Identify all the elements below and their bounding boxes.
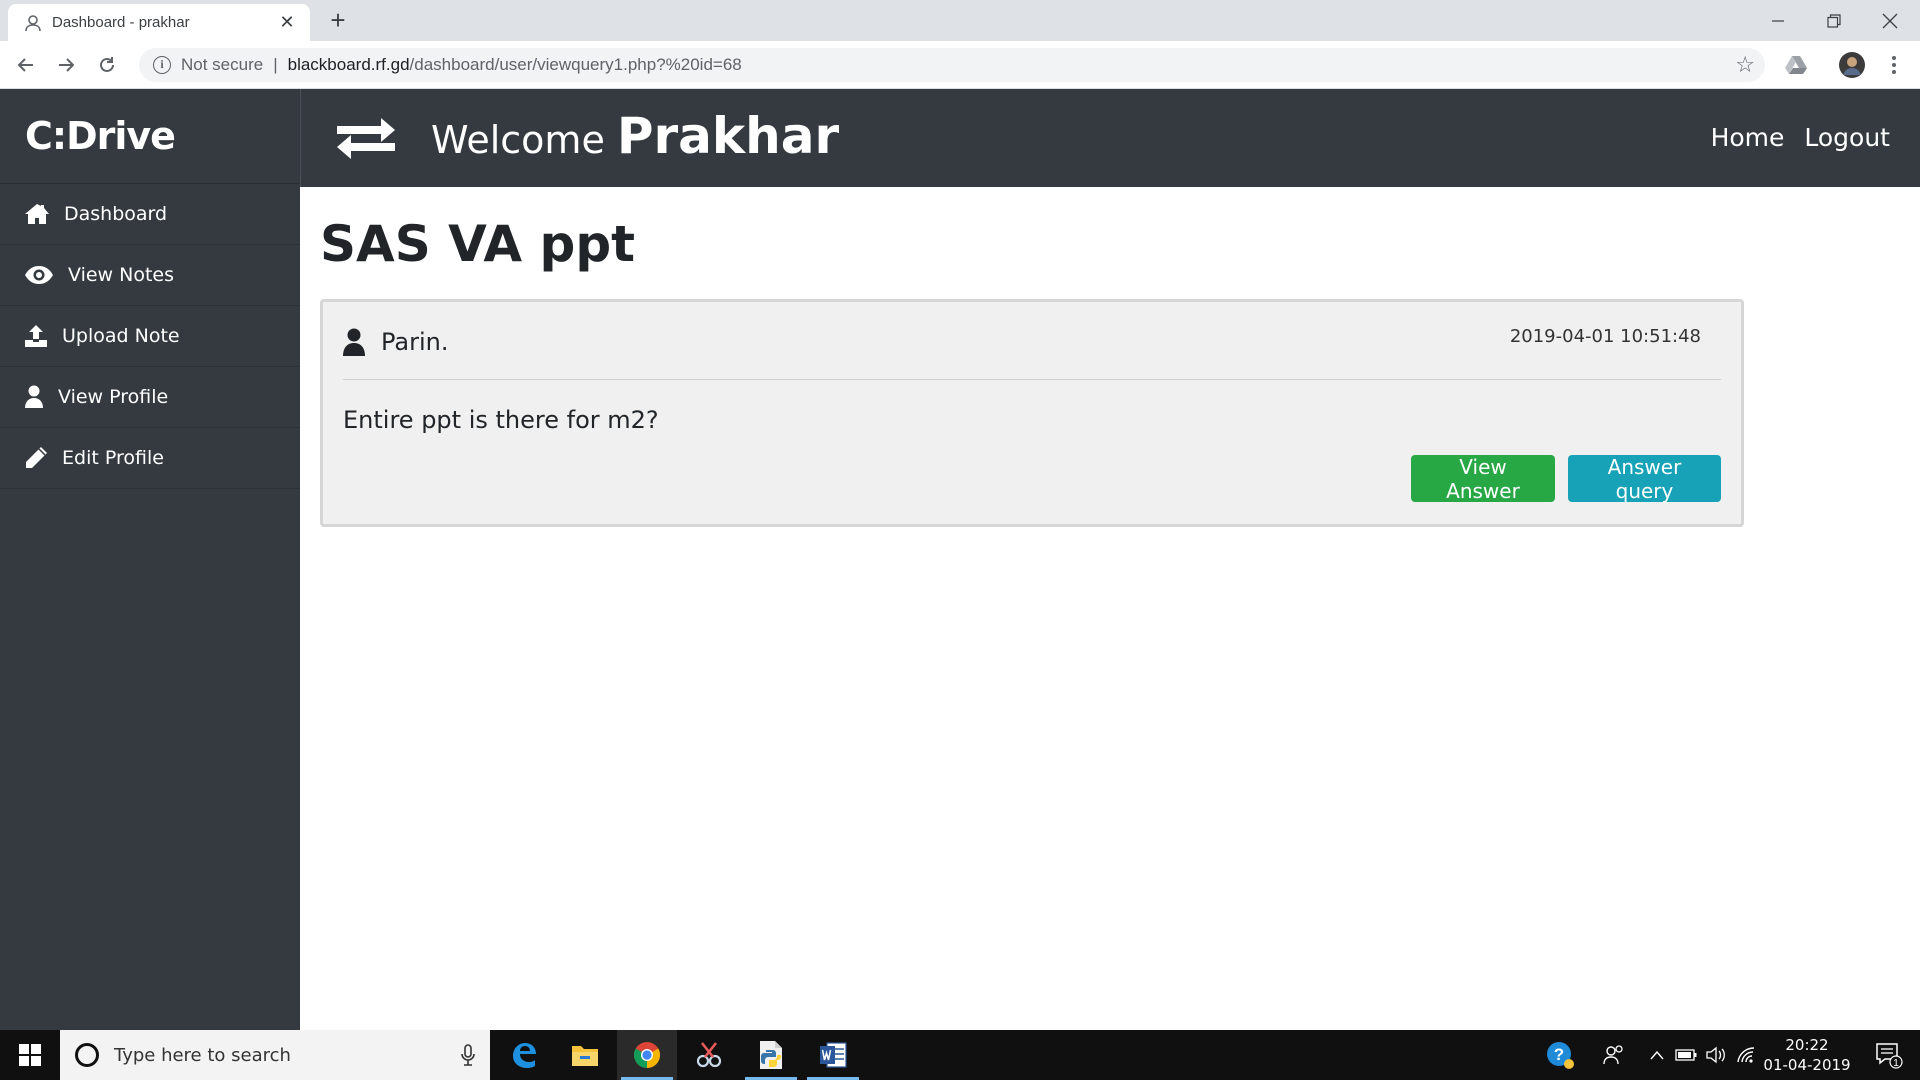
welcome-label: Welcome	[431, 118, 605, 162]
query-card-header: Parin. 2019-04-01 10:51:48	[343, 302, 1721, 380]
window-close-icon[interactable]	[1862, 0, 1918, 41]
query-actions: View Answer Answer query	[1411, 455, 1721, 503]
file-explorer-icon[interactable]	[555, 1030, 615, 1080]
taskbar-search-box[interactable]: Type here to search	[60, 1030, 490, 1080]
windows-logo-icon	[19, 1044, 41, 1066]
sidebar-item-label: Upload Note	[62, 325, 180, 347]
reload-icon[interactable]	[91, 49, 123, 81]
home-icon	[25, 204, 49, 224]
address-host: blackboard.rf.gd	[287, 55, 410, 74]
query-card: Parin. 2019-04-01 10:51:48 Entire ppt is…	[320, 299, 1744, 527]
snipping-tool-icon[interactable]	[679, 1030, 739, 1080]
svg-text:?: ?	[1554, 1045, 1564, 1064]
profile-avatar[interactable]	[1838, 51, 1866, 79]
sidebar-item-upload-note[interactable]: Upload Note	[0, 306, 300, 367]
page-title: SAS VA ppt	[320, 215, 636, 273]
sidebar-item-label: Dashboard	[64, 203, 168, 225]
sidebar-item-label: View Notes	[68, 264, 175, 286]
answer-query-button[interactable]: Answer query	[1568, 455, 1721, 503]
microphone-icon[interactable]	[460, 1044, 476, 1066]
pencil-icon	[26, 447, 47, 468]
welcome-heading: Welcome Prakhar	[431, 107, 839, 165]
brand-logo[interactable]: C:Drive	[0, 89, 300, 184]
tab-favicon-user-icon	[25, 14, 41, 31]
address-bar[interactable]: i Not secure | blackboard.rf.gd/dashboar…	[139, 48, 1765, 82]
forward-icon[interactable]	[50, 49, 82, 81]
drive-extension-icon[interactable]	[1782, 51, 1810, 79]
query-author: Parin.	[343, 328, 448, 356]
browser-tab-strip: Dashboard - prakhar ✕ +	[0, 0, 1920, 41]
top-navbar: Welcome Prakhar Home Logout	[300, 89, 1920, 187]
clock-date: 01-04-2019	[1763, 1056, 1851, 1074]
sidebar-item-view-profile[interactable]: View Profile	[0, 367, 300, 428]
query-timestamp: 2019-04-01 10:51:48	[1509, 326, 1701, 347]
chrome-app-icon[interactable]	[617, 1030, 677, 1080]
battery-icon[interactable]	[1672, 1030, 1700, 1080]
action-center-icon[interactable]: 1	[1864, 1030, 1914, 1080]
user-icon	[25, 385, 43, 408]
address-path: /dashboard/user/viewquery1.php?%20id=68	[409, 55, 742, 74]
main-content: SAS VA ppt Parin. 2019-04-01 10:51:48 En…	[300, 187, 1920, 1030]
people-tray-icon[interactable]	[1596, 1030, 1632, 1080]
wifi-icon[interactable]	[1732, 1030, 1760, 1080]
help-tray-icon[interactable]: ?	[1540, 1030, 1580, 1080]
eye-icon	[25, 266, 53, 284]
sidebar-item-label: Edit Profile	[62, 447, 164, 469]
sidebar-item-edit-profile[interactable]: Edit Profile	[0, 428, 300, 489]
sidebar: C:Drive Dashboard View Notes Upload Note…	[0, 89, 300, 1030]
tab-title: Dashboard - prakhar	[52, 14, 190, 31]
security-label: Not secure	[181, 55, 264, 74]
bookmark-star-icon[interactable]: ☆	[1735, 52, 1755, 78]
topnav-links: Home Logout	[1711, 123, 1890, 152]
home-link[interactable]: Home	[1711, 123, 1785, 152]
windows-taskbar: Type here to search ? 20:22 01-04-2019 1	[0, 1030, 1920, 1080]
sidebar-item-view-notes[interactable]: View Notes	[0, 245, 300, 306]
site-info-icon[interactable]: i	[153, 56, 171, 74]
query-author-name: Parin.	[381, 328, 449, 356]
upload-icon	[25, 325, 47, 347]
minimize-icon[interactable]	[1750, 0, 1806, 41]
start-button[interactable]	[0, 1030, 60, 1080]
new-tab-button[interactable]: +	[322, 6, 354, 36]
browser-menu-icon[interactable]	[1880, 51, 1908, 79]
taskbar-clock[interactable]: 20:22 01-04-2019	[1762, 1035, 1852, 1075]
welcome-user-name: Prakhar	[616, 107, 840, 165]
notification-count-badge: 1	[1893, 1058, 1899, 1069]
view-answer-button[interactable]: View Answer	[1411, 455, 1555, 503]
chevron-up-icon[interactable]	[1644, 1030, 1670, 1080]
edge-app-icon[interactable]	[494, 1030, 554, 1080]
sidebar-toggle-icon[interactable]	[335, 117, 397, 161]
logout-link[interactable]: Logout	[1804, 123, 1890, 152]
tab-close-icon[interactable]: ✕	[276, 12, 298, 33]
volume-icon[interactable]	[1702, 1030, 1730, 1080]
user-icon	[343, 328, 365, 356]
query-text: Entire ppt is there for m2?	[343, 406, 659, 434]
sidebar-item-dashboard[interactable]: Dashboard	[0, 184, 300, 245]
browser-toolbar: i Not secure | blackboard.rf.gd/dashboar…	[0, 41, 1920, 89]
taskbar-search-placeholder: Type here to search	[114, 1044, 291, 1066]
python-file-icon[interactable]	[741, 1030, 801, 1080]
restore-icon[interactable]	[1806, 0, 1862, 41]
sidebar-item-label: View Profile	[58, 386, 169, 408]
word-app-icon[interactable]	[803, 1030, 863, 1080]
cortana-circle-icon	[75, 1043, 99, 1067]
browser-tab[interactable]: Dashboard - prakhar ✕	[8, 4, 310, 41]
back-icon[interactable]	[10, 49, 42, 81]
clock-time: 20:22	[1785, 1036, 1829, 1054]
address-separator: |	[273, 55, 278, 74]
